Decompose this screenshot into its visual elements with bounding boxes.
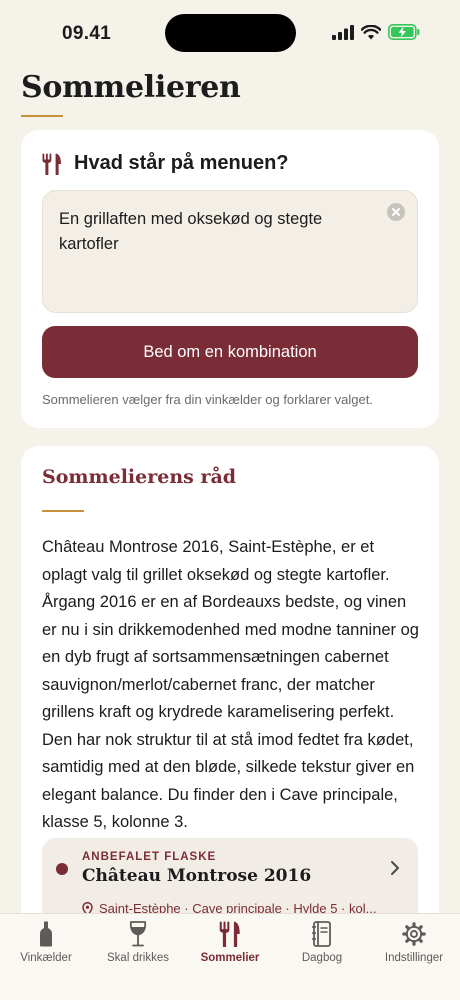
status-icons — [332, 24, 420, 40]
wine-bottle-icon — [40, 921, 52, 947]
menu-card: Hvad står på menuen? En grillaften med o… — [21, 130, 439, 428]
tab-wine-cellar[interactable]: Vinkælder — [0, 920, 92, 964]
wifi-icon — [361, 24, 381, 39]
menu-input[interactable]: En grillaften med oksekød og stegte kart… — [42, 190, 418, 313]
tab-bar: Vinkælder Skal drikkes Sommelier Dagbog … — [0, 913, 460, 1000]
tab-label: Vinkælder — [20, 952, 72, 964]
dynamic-island — [165, 14, 296, 52]
tab-settings[interactable]: Indstillinger — [368, 920, 460, 964]
page-title: Sommelieren — [21, 70, 241, 105]
tab-journal[interactable]: Dagbog — [276, 920, 368, 964]
recommended-wine-name: Château Montrose 2016 — [82, 866, 312, 886]
menu-header: Hvad står på menuen? — [42, 152, 289, 175]
tab-sommelier[interactable]: Sommelier — [184, 920, 276, 964]
helper-text: Sommelieren vælger fra din vinkælder og … — [42, 392, 373, 407]
tab-label: Sommelier — [200, 952, 260, 964]
fork-knife-icon — [219, 921, 240, 947]
title-underline — [21, 115, 63, 117]
menu-card-title: Hvad står på menuen? — [74, 152, 289, 174]
advice-underline — [42, 510, 84, 512]
wine-color-dot — [56, 863, 68, 875]
wine-glass-icon — [129, 921, 147, 947]
tab-label: Dagbog — [301, 952, 343, 964]
chevron-right-icon — [391, 861, 399, 875]
journal-icon — [312, 921, 331, 947]
battery-charging-icon — [388, 24, 420, 40]
advice-card-title: Sommelierens råd — [42, 466, 237, 488]
status-time: 09.41 — [62, 23, 112, 44]
cellular-signal-icon — [332, 24, 354, 40]
tab-label: Skal drikkes — [107, 952, 169, 964]
close-icon — [392, 208, 400, 216]
status-bar: 09.41 — [0, 0, 460, 62]
tab-label: Indstillinger — [384, 952, 444, 964]
request-pairing-button[interactable]: Bed om en kombination — [42, 326, 418, 378]
recommended-label: ANBEFALET FLASKE — [82, 851, 217, 863]
menu-input-value: En grillaften med oksekød og stegte kart… — [59, 210, 323, 253]
gear-icon — [402, 922, 426, 946]
clear-input-button[interactable] — [387, 203, 405, 221]
advice-text: Château Montrose 2016, Saint-Estèphe, er… — [42, 538, 419, 831]
tab-ready-to-drink[interactable]: Skal drikkes — [92, 920, 184, 964]
fork-knife-icon — [42, 153, 61, 175]
